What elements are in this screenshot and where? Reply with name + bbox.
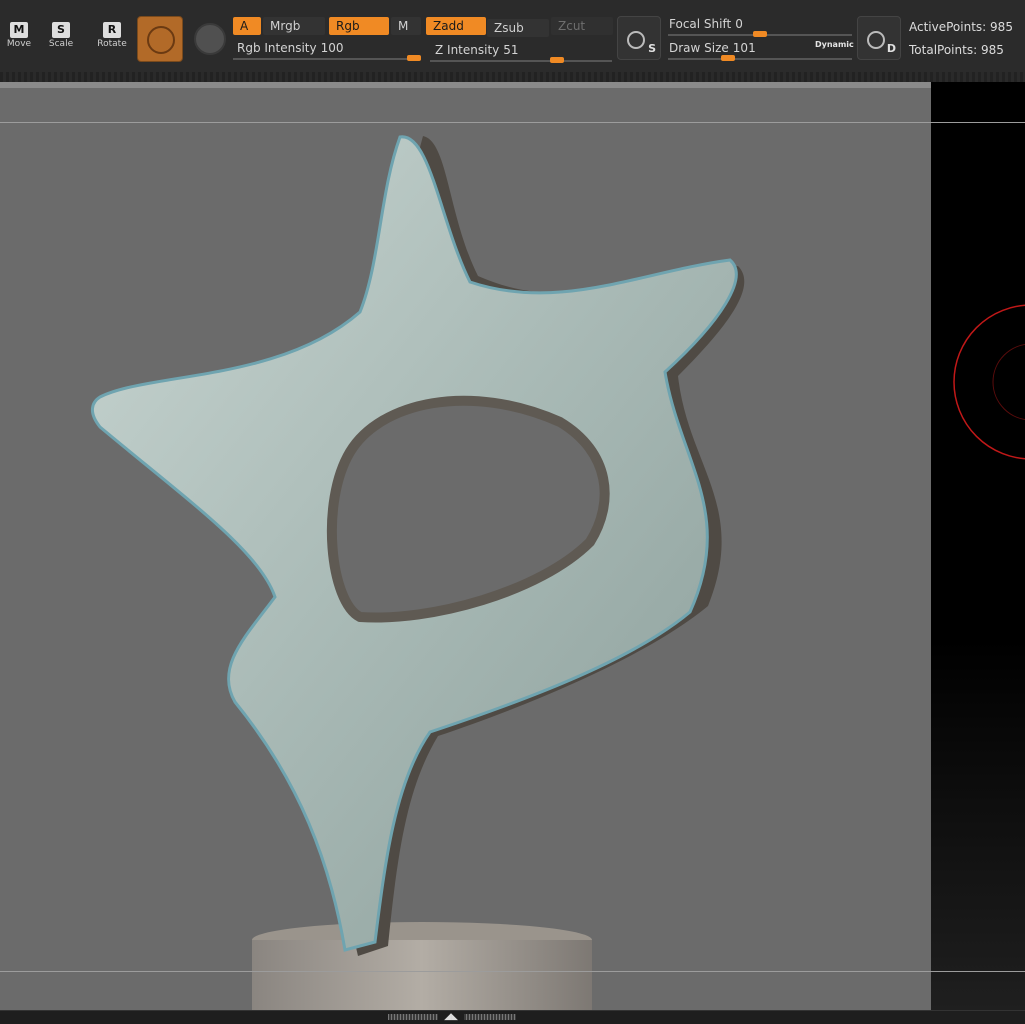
scale-icon: S [52, 22, 70, 38]
active-points-value: 985 [990, 20, 1013, 34]
a-mode-toggle[interactable]: A [233, 17, 261, 35]
active-points-readout: ActivePoints: 985 [909, 20, 1013, 34]
draw-size-text: Draw Size [669, 41, 729, 55]
zcut-toggle[interactable]: Zcut [551, 17, 613, 35]
focal-shift-value: 0 [735, 17, 743, 31]
texture-button[interactable] [190, 16, 234, 60]
draw-size-label: Draw Size 101 [669, 41, 756, 55]
scale-tool-button[interactable]: S Scale [42, 22, 80, 58]
rgb-intensity-slider[interactable] [233, 55, 421, 61]
expand-arrows-icon[interactable]: ◢◣ [438, 1011, 464, 1023]
toolbar-divider [0, 72, 1025, 82]
total-points-value: 985 [980, 43, 1004, 57]
move-tool-button[interactable]: M Move [0, 22, 38, 58]
rgb-toggle[interactable]: Rgb [329, 17, 389, 35]
zsub-toggle[interactable]: Zsub [487, 19, 549, 37]
draw-size-handle[interactable] [721, 55, 735, 61]
guide-line-top [0, 122, 1025, 123]
stroke-icon [627, 31, 645, 49]
draw-size-slider[interactable] [668, 55, 852, 61]
rotate-label: Rotate [97, 39, 127, 49]
stroke-icon-letter: S [648, 42, 656, 55]
move-label: Move [6, 39, 32, 49]
z-intensity-text: Z Intensity [435, 43, 500, 57]
top-toolbar: M Move S Scale R Rotate A Mrgb Rgb M Zad… [0, 0, 1025, 73]
total-points-readout: TotalPoints: 985 [909, 43, 1004, 57]
move-icon: M [10, 22, 28, 38]
rgb-intensity-value: 100 [320, 41, 344, 55]
total-points-label: TotalPoints: [909, 43, 978, 57]
draw-size-value: 101 [732, 41, 756, 55]
focal-shift-text: Focal Shift [669, 17, 732, 31]
focal-shift-label: Focal Shift 0 [669, 17, 743, 31]
active-points-label: ActivePoints: [909, 20, 987, 34]
m-toggle[interactable]: M [391, 17, 421, 35]
rgb-intensity-text: Rgb Intensity [237, 41, 317, 55]
bottom-shelf: ◢◣ [0, 1010, 1025, 1024]
rotate-icon: R [103, 22, 121, 38]
brush-cursor-ring [953, 304, 1025, 460]
stroke-button[interactable]: S [617, 16, 661, 60]
canvas-viewport[interactable] [0, 82, 931, 1010]
z-intensity-label: Z Intensity 51 [435, 43, 519, 57]
guide-line-bottom [0, 971, 1025, 972]
material-button[interactable] [137, 16, 183, 62]
focal-shift-handle[interactable] [753, 31, 767, 37]
texture-icon [194, 23, 226, 55]
dynamic-toggle[interactable]: Dynamic [815, 40, 854, 49]
draw-button[interactable]: D [857, 16, 901, 60]
draw-icon-letter: D [886, 42, 896, 55]
z-intensity-slider[interactable] [430, 57, 612, 63]
material-icon [147, 26, 175, 54]
rotate-tool-button[interactable]: R Rotate [93, 22, 131, 58]
pedestal-body [252, 940, 592, 1010]
right-panel [931, 82, 1025, 1010]
mrgb-toggle[interactable]: Mrgb [263, 17, 325, 35]
z-intensity-value: 51 [503, 43, 519, 57]
rgb-intensity-label: Rgb Intensity 100 [237, 41, 344, 55]
draw-icon [867, 31, 885, 49]
scale-label: Scale [48, 39, 74, 49]
focal-shift-slider[interactable] [668, 31, 852, 37]
z-intensity-handle[interactable] [550, 57, 564, 63]
rgb-intensity-handle[interactable] [407, 55, 421, 61]
sculpture-model [0, 82, 931, 1010]
zadd-toggle[interactable]: Zadd [426, 17, 486, 35]
